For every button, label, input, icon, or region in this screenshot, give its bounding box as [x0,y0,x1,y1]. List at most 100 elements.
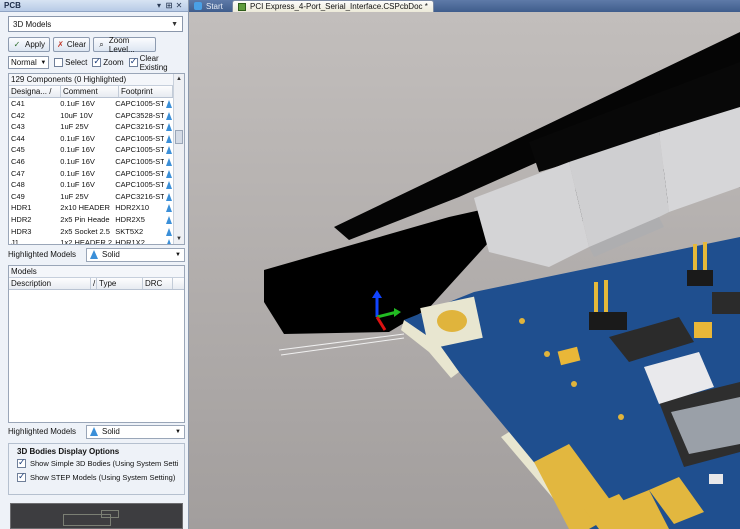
table-row[interactable]: C44 0.1uF 16V CAPC1005-STA [9,133,174,145]
table-row[interactable]: C45 0.1uF 16V CAPC1005-STA [9,144,174,156]
simple-3d-checkbox[interactable] [17,457,26,468]
comment-cell: 0.1uF 16V [60,168,95,178]
highlighted-models-select[interactable]: Solid ▼ [86,247,185,262]
pcb-doc-icon [238,2,246,11]
designator-cell: C47 [11,168,25,178]
table-row[interactable]: C49 1uF 25V CAPC3216-STA [9,191,174,203]
footprint-cell: CAPC1005-STA [115,145,165,155]
highlighted-models-select-2[interactable]: Solid ▼ [86,424,185,439]
zoom-checkbox[interactable] [92,56,102,67]
footprint-cell: CAPC1005-STA [115,156,165,166]
table-row[interactable]: C46 0.1uF 16V CAPC1005-STA [9,156,174,168]
components-caption: 129 Components (0 Highlighted) [9,74,184,86]
column-description[interactable]: Description [9,278,91,289]
model-preview [10,503,183,529]
zoom-level-label: Zoom Level... [108,35,135,54]
pcb-3d-render [189,12,740,529]
highlighted-models-label-2: Highlighted Models [8,427,77,436]
display-options: 3D Bodies Display Options Show Simple 3D… [8,443,185,495]
zoom-label: Zoom [103,58,124,67]
comment-cell: 2x5 Pin Heade [60,214,110,224]
chevron-down-icon: ▼ [175,251,181,258]
comment-cell: 0.1uF 16V [60,145,95,155]
designator-cell: HDR1 [11,203,32,213]
models-caption: Models [9,266,184,278]
comment-cell: 1uF 25V [60,122,89,132]
table-row[interactable]: C47 0.1uF 16V CAPC1005-STA [9,168,174,180]
panel-pin-icon[interactable]: ⊞ [164,1,174,10]
table-row[interactable]: HDR2 2x5 Pin Heade HDR2X5 [9,214,174,226]
chevron-down-icon: ▼ [171,20,178,28]
tab-start[interactable]: Start [189,0,232,12]
column-comment[interactable]: Comment [61,86,119,97]
column-drc[interactable]: DRC [143,278,173,289]
clear-button[interactable]: ✗ Clear [53,37,90,52]
components-list: 129 Components (0 Highlighted) Designa..… [8,73,185,245]
select-checkbox[interactable] [54,58,64,67]
table-row[interactable]: C42 10uF 10V CAPC3528-STA [9,110,174,122]
clear-icon: ✗ [57,39,64,49]
zoom-level-button[interactable]: ⌕ Zoom Level... [93,35,156,54]
comment-cell: 2x10 HEADER [60,203,110,213]
footprint-cell: HDR2X5 [115,214,145,224]
highlighted-models-value: Solid [102,250,120,259]
tab-pcb-document[interactable]: PCI Express_4-Port_Serial_Interface.CSPc… [232,0,434,12]
mode-combo[interactable]: Normal ▼ [8,56,50,69]
models-list: Models Description / Type DRC [8,265,185,423]
option-step-models[interactable]: Show STEP Models (Using System Setting) [9,470,184,484]
home-icon [194,2,202,10]
components-scrollbar[interactable]: ▲ ▼ [173,74,184,244]
table-row[interactable]: C48 0.1uF 16V CAPC1005-STA [9,179,174,191]
comment-cell: 0.1uF 16V [60,180,95,190]
components-header: Designa... / Comment Footprint [9,86,184,98]
comment-cell: 1x2 HEADER 2 [60,238,112,245]
designator-cell: C45 [11,145,25,155]
step-models-checkbox[interactable] [17,471,26,482]
designator-cell: C44 [11,133,25,143]
footprint-cell: HDR2X10 [115,203,150,213]
panel-title: PCB [4,1,21,10]
filter-combo[interactable]: 3D Models ▼ [8,16,183,32]
scroll-down-icon[interactable]: ▼ [174,234,184,244]
scroll-up-icon[interactable]: ▲ [174,74,184,84]
panel-menu-icon[interactable]: ▾ [154,1,164,10]
designator-cell: J1 [11,238,19,245]
mode-row: Normal ▼ Select Zoom Clear Existing [8,54,188,72]
select-label: Select [65,58,88,67]
simple-3d-label: Show Simple 3D Bodies (Using System Sett… [30,458,179,468]
apply-button[interactable]: ✓ Apply [8,37,50,52]
table-row[interactable]: J1 1x2 HEADER 2 HDR1X2 [9,237,174,245]
table-row[interactable]: C41 0.1uF 16V CAPC1005-STA [9,98,174,110]
column-designator[interactable]: Designa... / [9,86,61,97]
footprint-cell: CAPC1005-STA [115,168,165,178]
magnifier-icon: ⌕ [99,39,104,49]
panel-close-icon[interactable]: ✕ [174,1,184,10]
designator-cell: C41 [11,99,25,108]
solid-icon [90,250,98,259]
designator-cell: HDR3 [11,226,32,236]
option-simple-3d[interactable]: Show Simple 3D Bodies (Using System Sett… [9,456,184,470]
comment-cell: 0.1uF 16V [60,156,95,166]
mode-value: Normal [11,58,37,67]
table-row[interactable]: HDR1 2x10 HEADER HDR2X10 [9,202,174,214]
models-header: Description / Type DRC [9,278,184,290]
footprint-cell: SKT5X2 [115,226,144,236]
scroll-thumb[interactable] [175,130,183,144]
designator-cell: C46 [11,156,25,166]
clear-existing-checkbox[interactable] [128,56,138,67]
3d-viewport[interactable] [189,12,740,529]
column-type[interactable]: Type [97,278,143,289]
footprint-cell: CAPC1005-STA [115,99,165,108]
footprint-cell: CAPC3216-STA [115,191,165,201]
check-icon: ✓ [13,39,21,49]
footprint-cell: HDR1X2 [115,238,145,245]
table-row[interactable]: C43 1uF 25V CAPC3216-STA [9,121,174,133]
column-footprint[interactable]: Footprint [119,86,173,97]
table-row[interactable]: HDR3 2x5 Socket 2.5 SKT5X2 [9,226,174,238]
pcb-panel: PCB ▾ ⊞ ✕ 3D Models ▼ ✓ Apply ✗ Clear ⌕ … [0,0,189,529]
footprint-cell: CAPC3216-STA [115,122,165,132]
designator-cell: C42 [11,110,25,120]
comment-cell: 10uF 10V [60,110,93,120]
filter-combo-value: 3D Models [13,19,52,29]
display-options-title: 3D Bodies Display Options [17,447,120,456]
